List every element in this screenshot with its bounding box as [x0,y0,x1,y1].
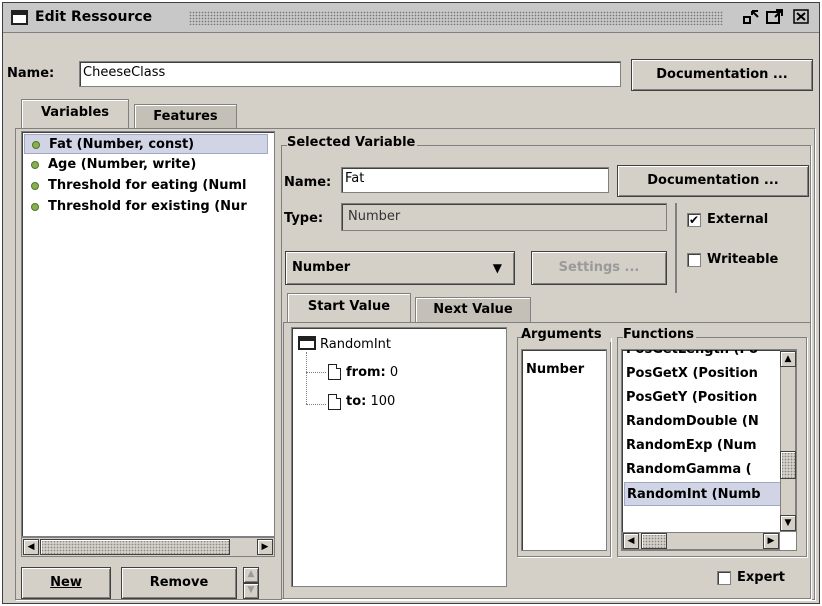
status-dot-icon [32,141,40,149]
new-variable-button[interactable]: New [21,567,111,599]
functions-title: Functions [623,327,697,342]
functions-vscrollbar[interactable]: ▲ ▼ [780,350,796,532]
list-item[interactable]: PosGetX (Position [624,362,780,386]
writeable-checkbox[interactable] [687,253,701,267]
tree-node-key: from: [346,365,386,380]
variable-label: Threshold for eating (Numl [48,178,247,193]
arguments-list[interactable]: Number [521,349,607,551]
minimize-icon[interactable] [743,9,761,26]
spinner-down-icon[interactable]: ▼ [243,583,259,599]
title-bar-grip [189,11,723,25]
close-icon[interactable] [793,9,811,26]
tree-connector [306,404,326,405]
name-label: Name: [7,66,55,81]
variable-label: Threshold for existing (Nur [48,199,247,214]
variables-hscrollbar[interactable]: ◀ ▶ [21,537,275,557]
window-icon [11,10,28,25]
tab-features[interactable]: Features [134,104,237,129]
maximize-icon[interactable] [766,9,784,26]
external-checkbox[interactable]: ✔ [687,213,701,227]
arguments-title: Arguments [521,327,611,342]
variable-name-label: Name: [284,175,332,190]
tab-start-value[interactable]: Start Value [287,293,411,323]
list-item[interactable]: RandomExp (Num [624,434,780,458]
tree-node-value: 100 [370,394,396,409]
scroll-right-icon[interactable]: ▶ [763,533,779,549]
scroll-thumb[interactable] [780,451,796,479]
tab-next-value[interactable]: Next Value [415,297,531,323]
writeable-label: Writeable [707,252,779,267]
expert-label: Expert [737,570,786,585]
variable-name-field[interactable]: Fat [341,167,609,193]
external-label: External [707,212,769,227]
status-dot-icon [31,182,39,190]
list-item[interactable]: Number [526,362,584,377]
selected-variable-title: Selected Variable [287,135,418,150]
tab-variables[interactable]: Variables [21,99,129,129]
list-item[interactable]: Age (Number, write) [24,155,268,175]
file-icon [328,364,341,380]
scroll-right-icon[interactable]: ▶ [257,539,273,555]
list-item[interactable]: Threshold for eating (Numl [24,176,268,196]
functions-viewport: PosGetLength (Po PosGetX (Position PosGe… [622,350,780,532]
title-bar[interactable]: Edit Ressource [3,3,819,33]
scroll-down-icon[interactable]: ▼ [780,515,796,531]
tree-node-value: 0 [389,365,399,380]
expert-checkbox[interactable] [717,571,731,585]
variable-label: Age (Number, write) [48,157,197,172]
type-dropdown-value: Number [292,260,351,275]
tree-node-key: to: [346,394,367,409]
status-dot-icon [31,203,39,211]
window-title: Edit Ressource [35,9,153,25]
type-label: Type: [284,211,324,226]
scroll-left-icon[interactable]: ◀ [23,539,39,555]
variables-list[interactable]: Fat (Number, const) Age (Number, write) … [21,131,275,537]
functions-list[interactable]: PosGetLength (Po PosGetX (Position PosGe… [621,349,797,551]
new-button-label: New [50,575,82,590]
tree-node-to[interactable]: to: 100 [346,394,395,409]
status-dot-icon [31,161,39,169]
remove-variable-button[interactable]: Remove [121,567,237,599]
list-item[interactable]: PosGetLength (Po [624,350,780,362]
spinner-up-icon[interactable]: ▲ [243,567,259,583]
functions-hscrollbar[interactable]: ◀ ▶ [622,532,780,550]
tree-node-from[interactable]: from: 0 [346,365,398,380]
list-item[interactable]: Fat (Number, const) [24,134,268,154]
scroll-up-icon[interactable]: ▲ [780,351,796,367]
folder-icon [298,336,316,350]
scroll-thumb[interactable] [40,539,230,555]
variable-documentation-button[interactable]: Documentation ... [617,165,809,197]
list-item[interactable]: RandomDouble (N [624,410,780,434]
list-item[interactable]: PosGetY (Position [624,386,780,410]
scroll-left-icon[interactable]: ◀ [623,533,639,549]
resource-documentation-button[interactable]: Documentation ... [631,59,813,91]
remove-button-label: Remove [149,575,209,590]
tree-connector [306,372,326,373]
file-icon [328,394,341,410]
settings-button[interactable]: Settings ... [531,251,667,285]
type-field: Number [341,203,667,231]
list-item[interactable]: RandomGamma ( [624,458,780,482]
edit-ressource-window: Edit Ressource Name: CheeseClass Documen… [2,2,820,604]
tree-root-label[interactable]: RandomInt [320,337,391,352]
resource-name-field[interactable]: CheeseClass [79,61,621,87]
variable-label: Fat (Number, const) [49,137,195,152]
value-tree[interactable]: RandomInt from: 0 to: 100 [291,327,507,587]
list-item[interactable]: Threshold for existing (Nur [24,197,268,217]
list-item[interactable]: RandomInt (Numb [624,482,780,506]
type-dropdown[interactable]: Number ▼ [285,251,515,285]
chevron-down-icon: ▼ [492,261,502,275]
scroll-thumb[interactable] [641,533,667,549]
checkbox-divider [675,203,677,293]
tree-connector [306,352,307,404]
